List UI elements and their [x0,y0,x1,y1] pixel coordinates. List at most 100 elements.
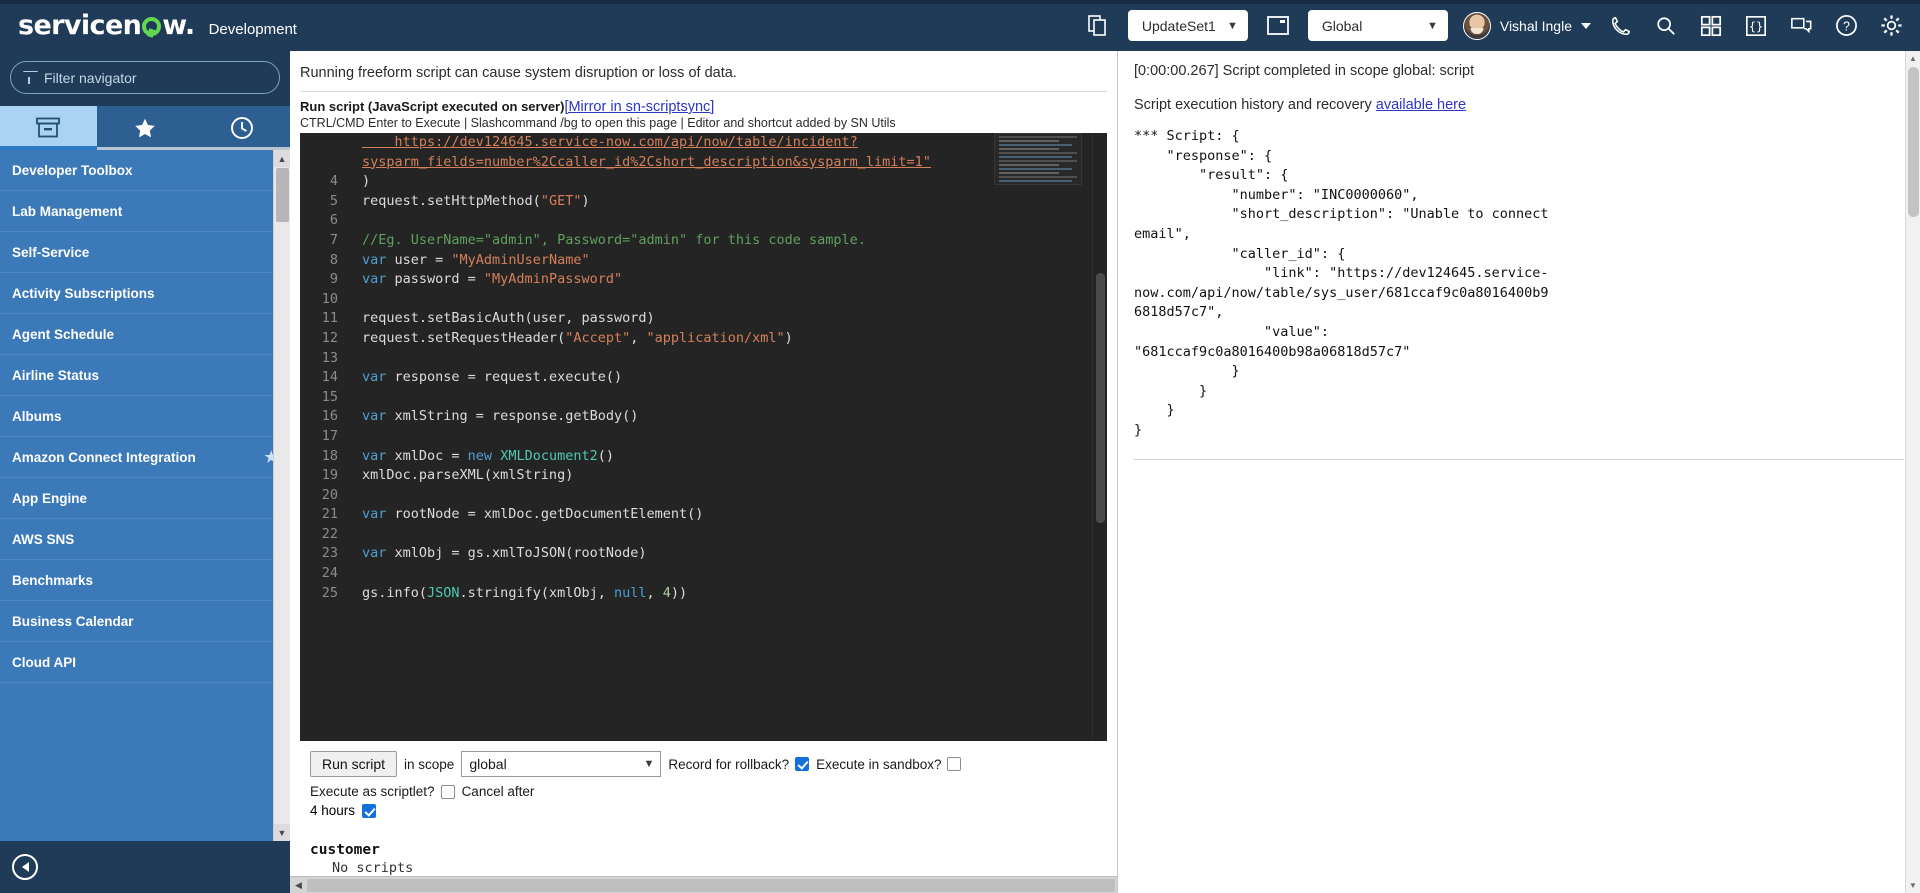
servicenow-app: servicen w. Development UpdateSet1 ▼ Glob… [0,0,1920,893]
application-scope-selector[interactable]: Global ▼ [1307,10,1448,41]
execution-history-line: Script execution history and recovery av… [1134,79,1904,113]
center-horizontal-scrollbar[interactable]: ◀ [290,876,1117,893]
search-input[interactable]: Filter navigator [10,61,280,94]
sidebar-item-11[interactable]: Business Calendar [0,601,290,642]
scrollbar-thumb[interactable] [1096,273,1105,523]
sidebar-item-4[interactable]: Agent Schedule [0,314,290,355]
run-script-button[interactable]: Run script [310,751,398,777]
code-token: var [362,506,395,523]
window-icon[interactable] [1263,11,1293,41]
star-icon [135,118,155,137]
code-line: 5 request.setHttpMethod("GET") [300,192,1092,212]
code-token: gs.info( [362,584,428,601]
tab-favorites[interactable] [96,106,194,150]
sidebar-item-8[interactable]: App Engine [0,478,290,519]
editor-minimap[interactable] [994,133,1082,185]
help-icon[interactable]: ? [1831,11,1861,41]
chevron-down-icon: ▼ [643,758,655,770]
sidebar-item-2[interactable]: Self-Service [0,232,290,273]
output-vertical-scrollbar[interactable]: ▲ ▼ [1905,51,1920,893]
code-line: 13 [300,349,1092,369]
code-text: request.setHttpMethod("GET") [352,192,590,212]
sidebar-item-3[interactable]: Activity Subscriptions [0,273,290,314]
sidebar-item-5[interactable]: Airline Status [0,355,290,396]
mirror-scriptsync-link[interactable]: [Mirror in sn-scriptsync] [564,99,714,115]
avatar [1462,11,1491,40]
search-icon[interactable] [1651,11,1681,41]
tab-history[interactable] [193,106,290,150]
cancel-after-value: 4 hours [310,803,356,818]
app-grid-icon[interactable] [1696,11,1726,41]
code-text: var user = "MyAdminUserName" [352,251,590,271]
update-set-selector[interactable]: UpdateSet1 ▼ [1127,10,1248,41]
code-text: var xmlDoc = new XMLDocument2() [352,447,614,467]
code-token: xmlObj = gs.xmlToJSON(rootNode) [394,545,647,562]
code-line: sysparm_fields=number%2Ccaller_id%2Cshor… [300,153,1092,173]
scrollbar-thumb[interactable] [307,878,1115,892]
code-text: https://dev124645.service-now.com/api/no… [352,133,858,153]
sidebar-item-6[interactable]: Albums [0,396,290,437]
code-editor[interactable]: https://dev124645.service-now.com/api/no… [300,133,1092,741]
code-token: new [467,447,501,464]
code-braces-icon[interactable]: {} [1741,11,1771,41]
execute-sandbox-checkbox[interactable] [947,757,962,771]
scope-select[interactable]: global ▼ [461,751,662,777]
editor-vertical-scrollbar[interactable] [1092,133,1107,741]
sidebar-item-0[interactable]: Developer Toolbox [0,150,290,191]
phone-icon[interactable] [1606,11,1636,41]
collapse-navigator-button[interactable] [12,854,38,880]
sidebar-item-1[interactable]: Lab Management [0,191,290,232]
code-line: 16 var xmlString = response.getBody() [300,407,1092,427]
record-rollback-checkbox[interactable] [795,757,810,771]
scrollbar-thumb[interactable] [276,168,289,222]
scroll-down-icon[interactable]: ▼ [1906,878,1920,893]
navigator-tabs [0,106,290,150]
scroll-up-icon[interactable]: ▲ [1906,51,1920,66]
scrollbar-thumb[interactable] [1908,67,1919,217]
brand-area: servicen w. Development [18,12,297,39]
line-number: 10 [321,290,338,307]
code-text: ) [352,172,370,192]
sidebar-item-9[interactable]: AWS SNS [0,519,290,560]
copy-update-set-icon[interactable] [1083,11,1113,41]
code-token: var [362,447,395,464]
sidebar-scrollbar[interactable]: ▲ ▼ [273,150,290,841]
output-content: [0:00:00.267] Script completed in scope … [1118,51,1920,893]
line-number: 13 [321,349,338,366]
code-line: 12 request.setRequestHeader("Accept", "ap… [300,329,1092,349]
customer-section-title: customer [310,842,380,858]
shortcut-hint: CTRL/CMD Enter to Execute | Slashcommand… [300,116,896,130]
gear-icon[interactable] [1876,11,1906,41]
code-text: var rootNode = xmlDoc.getDocumentElement… [352,505,703,525]
user-menu[interactable]: Vishal Ingle [1462,11,1591,40]
line-number: 19 [321,467,338,484]
code-token: "MyAdminUserName" [451,251,590,268]
cancel-after-checkbox[interactable] [362,803,377,818]
record-rollback-control[interactable]: Record for rollback? [668,757,810,772]
sidebar-item-label: Business Calendar [12,613,134,629]
available-here-link[interactable]: available here [1376,97,1466,113]
sidebar-item-10[interactable]: Benchmarks [0,560,290,601]
tab-all-applications[interactable] [0,106,97,150]
execute-sandbox-control[interactable]: Execute in sandbox? [816,757,962,772]
code-line: 15 [300,388,1092,408]
conversation-icon[interactable] [1786,11,1816,41]
line-number: 5 [329,192,338,209]
scroll-up-icon[interactable]: ▲ [274,150,290,167]
code-token: "MyAdminPassword" [483,271,623,288]
execute-scriptlet-checkbox[interactable] [440,784,455,799]
scroll-down-icon[interactable]: ▼ [274,824,290,841]
sidebar-item-7[interactable]: Amazon Connect Integration ★ [0,437,290,478]
line-number: 15 [321,388,338,405]
sidebar-item-12[interactable]: Cloud API [0,642,290,683]
scroll-left-icon[interactable]: ◀ [290,880,307,891]
sidebar-item-label: Airline Status [12,367,100,383]
code-text: var xmlObj = gs.xmlToJSON(rootNode) [352,544,646,564]
line-number: 9 [329,271,338,288]
code-text: var response = request.execute() [352,368,622,388]
code-line: 22 [300,525,1092,545]
code-token: sysparm_fields=number%2Ccaller_id%2Cshor… [362,153,931,170]
execute-scriptlet-control[interactable]: Execute as scriptlet? [310,784,455,799]
line-number: 23 [321,545,338,562]
